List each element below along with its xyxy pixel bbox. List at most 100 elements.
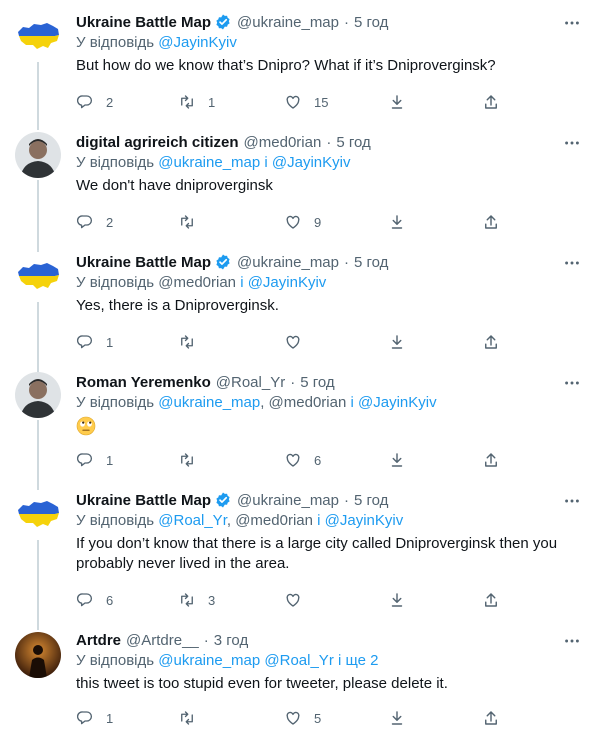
reply-count: 2 <box>106 214 114 230</box>
more-options-icon[interactable] <box>563 374 581 392</box>
share-button[interactable] <box>482 708 500 728</box>
rolling-eyes-emoji-icon <box>76 416 96 436</box>
like-button[interactable]: 5 <box>284 708 321 728</box>
replying-to: У відповідь @med0rian і @JayinKyiv <box>76 274 326 291</box>
timestamp[interactable]: 5 год <box>300 374 334 391</box>
reply-button[interactable]: 6 <box>76 590 113 610</box>
mention-link[interactable]: і <box>346 394 358 411</box>
share-button[interactable] <box>482 590 500 610</box>
retweet-button[interactable] <box>178 212 208 232</box>
tweet-text-line: We don't have dniproverginsk <box>76 177 273 194</box>
mention-link[interactable]: @JayinKyiv <box>158 34 237 51</box>
like-button[interactable]: 6 <box>284 450 321 470</box>
tweet-header: Artdre @Artdre__ · 3 год <box>76 630 248 650</box>
reply-button[interactable]: 1 <box>76 450 113 470</box>
more-options-icon[interactable] <box>563 492 581 510</box>
tweet-text-line: this tweet is too stupid even for tweete… <box>76 675 448 692</box>
author-name[interactable]: Ukraine Battle Map <box>76 14 211 31</box>
like-button[interactable]: 9 <box>284 212 321 232</box>
mention-link[interactable]: @ukraine_map <box>158 652 260 669</box>
downvote-button[interactable] <box>388 590 406 610</box>
mention-link[interactable]: @Roal_Yr <box>158 512 227 529</box>
thread-connector-line <box>37 540 39 630</box>
author-name[interactable]: Roman Yeremenko <box>76 374 211 391</box>
author-name[interactable]: Artdre <box>76 632 121 649</box>
retweet-button[interactable]: 3 <box>178 590 215 610</box>
downvote-button[interactable] <box>388 450 406 470</box>
mention-link[interactable]: @ukraine_map <box>158 154 260 171</box>
author-name[interactable]: Ukraine Battle Map <box>76 254 211 271</box>
reply-icon <box>76 93 94 111</box>
avatar[interactable] <box>15 632 61 678</box>
avatar[interactable] <box>15 492 61 538</box>
mention-link[interactable]: і <box>313 512 325 529</box>
more-options-icon[interactable] <box>563 134 581 152</box>
avatar[interactable] <box>15 254 61 300</box>
timestamp[interactable]: 5 год <box>336 134 370 151</box>
downvote-icon <box>388 93 406 111</box>
thread-connector-line <box>37 420 39 490</box>
retweet-button[interactable] <box>178 332 208 352</box>
author-handle[interactable]: @Roal_Yr <box>216 374 285 391</box>
reply-to-text: @med0rian <box>158 274 237 291</box>
thread-connector-line <box>37 62 39 130</box>
like-icon <box>284 591 302 609</box>
avatar[interactable] <box>15 132 61 178</box>
tweet-text-line: If you don’t know that there is a large … <box>76 535 558 552</box>
author-handle[interactable]: @ukraine_map <box>237 14 339 31</box>
like-count: 9 <box>314 214 322 230</box>
author-name[interactable]: Ukraine Battle Map <box>76 492 211 509</box>
downvote-icon <box>388 591 406 609</box>
thread-connector-line <box>37 302 39 372</box>
reply-count: 1 <box>106 710 114 726</box>
separator-dot: · <box>344 253 349 271</box>
author-handle[interactable]: @Artdre__ <box>126 632 199 649</box>
author-handle[interactable]: @ukraine_map <box>237 254 339 271</box>
timestamp[interactable]: 5 год <box>354 492 388 509</box>
mention-link[interactable]: @Roal_Yr <box>264 652 333 669</box>
timestamp[interactable]: 5 год <box>354 14 388 31</box>
downvote-button[interactable] <box>388 212 406 232</box>
downvote-button[interactable] <box>388 708 406 728</box>
downvote-button[interactable] <box>388 332 406 352</box>
timestamp[interactable]: 5 год <box>354 254 388 271</box>
like-button[interactable] <box>284 590 314 610</box>
retweet-button[interactable] <box>178 708 208 728</box>
reply-icon <box>76 451 94 469</box>
separator-dot: · <box>326 133 332 151</box>
mention-link[interactable]: і <box>260 154 272 171</box>
thread-connector-line <box>37 180 39 252</box>
share-button[interactable] <box>482 332 500 352</box>
retweet-button[interactable]: 1 <box>178 92 215 112</box>
more-options-icon[interactable] <box>563 632 581 650</box>
mention-link[interactable]: @JayinKyiv <box>358 394 437 411</box>
timestamp[interactable]: 3 год <box>214 632 248 649</box>
mention-link[interactable]: @JayinKyiv <box>248 274 327 291</box>
mention-link[interactable]: @ukraine_map <box>158 394 260 411</box>
mention-link[interactable]: і <box>236 274 248 291</box>
mention-link[interactable]: @JayinKyiv <box>325 512 404 529</box>
reply-to-text: , @med0rian <box>226 512 313 529</box>
downvote-icon <box>388 213 406 231</box>
reply-button[interactable]: 1 <box>76 708 113 728</box>
avatar[interactable] <box>15 14 61 60</box>
more-options-icon[interactable] <box>563 254 581 272</box>
retweet-button[interactable] <box>178 450 208 470</box>
reply-button[interactable]: 2 <box>76 92 113 112</box>
downvote-button[interactable] <box>388 92 406 112</box>
reply-button[interactable]: 1 <box>76 332 113 352</box>
mention-link[interactable]: і ще 2 <box>334 652 379 669</box>
more-options-icon[interactable] <box>563 14 581 32</box>
avatar[interactable] <box>15 372 61 418</box>
share-button[interactable] <box>482 212 500 232</box>
author-handle[interactable]: @ukraine_map <box>237 492 339 509</box>
tweet-text-line: Yes, there is a Dniproverginsk. <box>76 297 279 314</box>
like-button[interactable]: 15 <box>284 92 328 112</box>
author-handle[interactable]: @med0rian <box>244 134 322 151</box>
like-button[interactable] <box>284 332 314 352</box>
mention-link[interactable]: @JayinKyiv <box>272 154 351 171</box>
reply-button[interactable]: 2 <box>76 212 113 232</box>
share-button[interactable] <box>482 92 500 112</box>
share-button[interactable] <box>482 450 500 470</box>
author-name[interactable]: digital agrireich citizen <box>76 134 239 151</box>
